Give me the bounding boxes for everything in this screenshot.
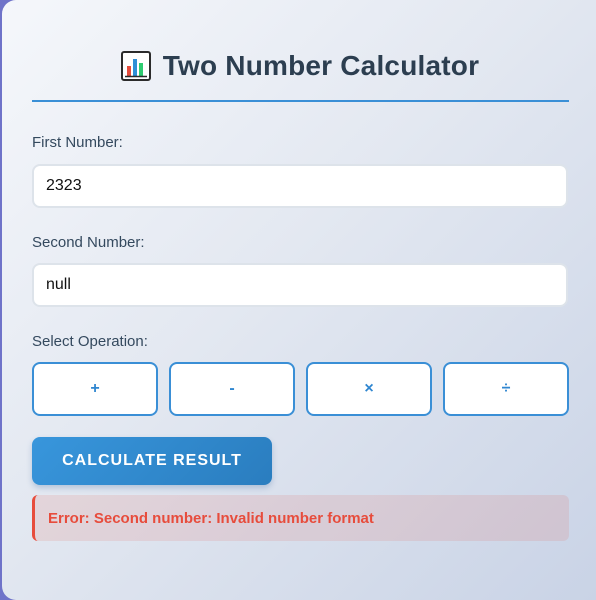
operation-buttons: + - × ÷ <box>32 362 569 416</box>
first-number-input[interactable] <box>32 164 568 208</box>
operation-label: Select Operation: <box>32 333 148 350</box>
first-number-label: First Number: <box>32 134 123 151</box>
bar-chart-icon <box>120 51 151 81</box>
multiply-button[interactable]: × <box>306 362 432 416</box>
calculate-button[interactable]: CALCULATE RESULT <box>32 437 272 485</box>
second-number-input[interactable] <box>32 263 568 307</box>
subtract-button[interactable]: - <box>169 362 295 416</box>
page-title: Two Number Calculator <box>162 50 480 81</box>
error-message-box: Error: Second number: Invalid number for… <box>32 495 569 541</box>
divide-button[interactable]: ÷ <box>443 362 569 416</box>
add-button[interactable]: + <box>32 362 158 416</box>
second-number-label: Second Number: <box>32 234 145 251</box>
error-message: Error: Second number: Invalid number for… <box>48 509 374 527</box>
calculator-card: Two Number Calculator First Number: Seco… <box>2 0 596 600</box>
header: Two Number Calculator <box>32 44 568 88</box>
title-divider <box>32 100 569 102</box>
